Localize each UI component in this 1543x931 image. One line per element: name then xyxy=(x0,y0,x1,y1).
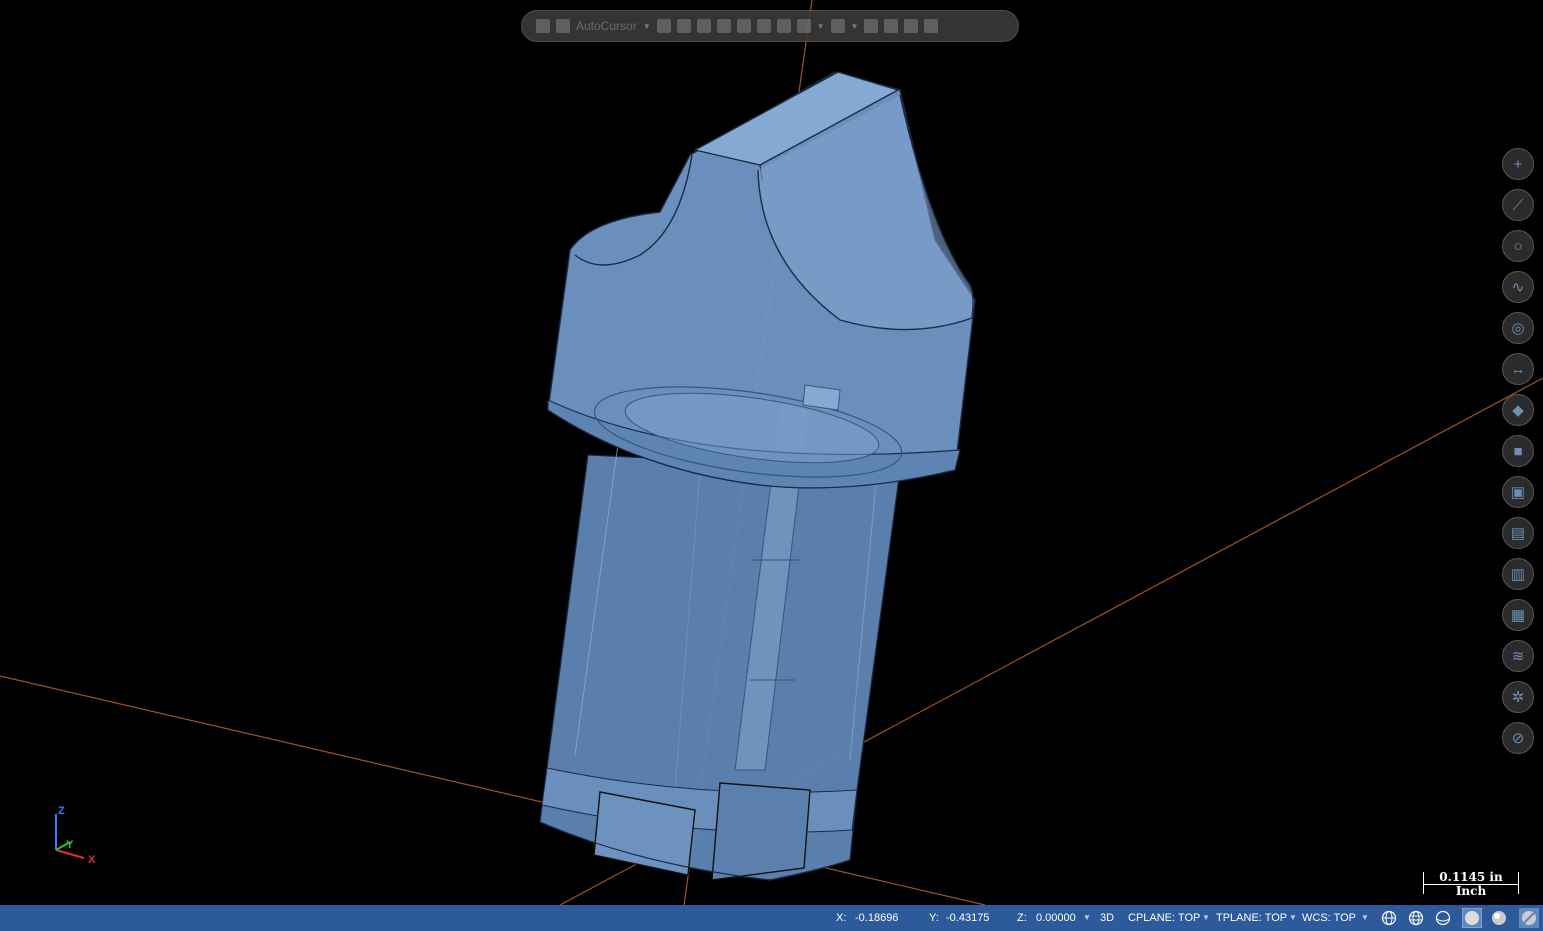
triad-z-label: Z xyxy=(58,805,65,817)
select-last-icon[interactable] xyxy=(884,19,899,33)
chevron-down-icon[interactable]: ▼ xyxy=(1083,913,1091,922)
transform-button[interactable]: ◆ xyxy=(1502,394,1534,426)
wcs-button[interactable]: WCS: TOP xyxy=(1302,912,1356,924)
surface-icon: ◎ xyxy=(1511,319,1525,337)
x-coord-label: X: xyxy=(836,912,847,924)
layers-button[interactable]: ≋ xyxy=(1502,640,1534,672)
clear-button[interactable]: ⊘ xyxy=(1502,722,1534,754)
layers-icon: ≋ xyxy=(1511,647,1525,665)
top-toolbar: AutoCursor ▼ ▼ ▼ xyxy=(521,10,1019,42)
part-model xyxy=(0,0,1543,905)
select-arrow-icon[interactable] xyxy=(696,19,711,33)
wireframe-globe-icon[interactable] xyxy=(1435,910,1451,926)
z-coord-label: Z: xyxy=(1017,912,1027,924)
triad-x-label: X xyxy=(88,854,96,866)
add-button[interactable]: + xyxy=(1502,148,1534,180)
surface-button[interactable]: ◎ xyxy=(1502,312,1534,344)
xyz-icon[interactable] xyxy=(656,19,671,33)
line-icon: ⟋ xyxy=(1512,196,1524,214)
wireframe-icon[interactable] xyxy=(716,19,731,33)
select-mode-icon[interactable] xyxy=(796,19,811,33)
attributes-button[interactable]: ▥ xyxy=(1502,558,1534,590)
levels-icon: ▤ xyxy=(1510,524,1526,542)
globe-icon[interactable] xyxy=(1381,910,1397,926)
view-globe-icon[interactable] xyxy=(1408,910,1424,926)
y-coord-value: -0.43175 xyxy=(946,912,990,924)
x-coord-value: -0.18696 xyxy=(855,912,899,924)
chevron-down-icon[interactable]: ▼ xyxy=(1361,913,1369,922)
solid-button[interactable]: ■ xyxy=(1502,435,1534,467)
attributes-icon: ▥ xyxy=(1510,565,1526,583)
y-coord-label: Y: xyxy=(929,912,939,924)
right-toolbar: + ⟋ ○ ∿ ◎ ↔ ◆ ■ ▣ ▤ ▥ ▦ ≋ ✲ ⊘ xyxy=(1502,148,1538,763)
chevron-down-icon[interactable]: ▼ xyxy=(1289,913,1297,922)
cplane-button[interactable]: CPLANE: TOP xyxy=(1128,912,1200,924)
chevron-down-icon[interactable]: ▼ xyxy=(817,22,825,31)
color-icon: ▣ xyxy=(1510,483,1526,501)
spline-button[interactable]: ∿ xyxy=(1502,271,1534,303)
status-bar: X: -0.18696 Y: -0.43175 Z: 0.00000 ▼ 3D … xyxy=(0,905,1543,931)
window-select-icon[interactable] xyxy=(830,19,845,33)
triad-y-label: Y xyxy=(66,839,74,851)
chevron-down-icon[interactable]: ▼ xyxy=(851,22,859,31)
scale-bar: 0.1145 in Inch xyxy=(1423,870,1519,898)
lock-icon[interactable] xyxy=(536,19,550,33)
shade-icon[interactable] xyxy=(776,19,791,33)
surface-select-icon[interactable] xyxy=(736,19,751,33)
autocursor-icon[interactable] xyxy=(556,19,570,33)
graphics-viewport[interactable] xyxy=(0,0,1543,905)
solid-select-icon[interactable] xyxy=(756,19,771,33)
add-icon: + xyxy=(1513,155,1523,173)
axis-triad: Z Y X xyxy=(55,805,96,866)
clear-icon: ⊘ xyxy=(1511,729,1525,747)
chevron-down-icon[interactable]: ▼ xyxy=(1202,913,1210,922)
head-body xyxy=(547,71,976,489)
color-button[interactable]: ▣ xyxy=(1502,476,1534,508)
line-button[interactable]: ⟋ xyxy=(1502,189,1534,221)
sphere-icon[interactable] xyxy=(1491,910,1507,926)
levels-button[interactable]: ▤ xyxy=(1502,517,1534,549)
transform-icon: ◆ xyxy=(1512,401,1524,419)
circle-button[interactable]: ○ xyxy=(1502,230,1534,262)
tplane-button[interactable]: TPLANE: TOP xyxy=(1216,912,1287,924)
shaded-mode-icon[interactable] xyxy=(1462,908,1482,928)
settings-icon: ✲ xyxy=(1511,688,1525,706)
chevron-down-icon[interactable]: ▼ xyxy=(643,22,651,31)
z-coord-value[interactable]: 0.00000 xyxy=(1036,912,1076,924)
grid-button[interactable]: ▦ xyxy=(1502,599,1534,631)
undo-select-icon[interactable] xyxy=(924,19,939,33)
scale-unit: Inch xyxy=(1455,884,1487,898)
scale-value: 0.1145 in xyxy=(1439,870,1503,884)
rotate-icon[interactable] xyxy=(904,19,919,33)
spline-icon: ∿ xyxy=(1511,278,1525,296)
dimension-button[interactable]: ↔ xyxy=(1502,353,1534,385)
solid-icon: ■ xyxy=(1513,442,1523,460)
circle-icon: ○ xyxy=(1513,237,1523,255)
settings-button[interactable]: ✲ xyxy=(1502,681,1534,713)
grid-icon: ▦ xyxy=(1510,606,1526,624)
dimension-icon: ↔ xyxy=(1510,360,1526,378)
verify-icon[interactable] xyxy=(864,19,879,33)
translucency-icon[interactable] xyxy=(1519,908,1539,928)
autocursor-label[interactable]: AutoCursor xyxy=(576,19,637,33)
mode-3d-toggle[interactable]: 3D xyxy=(1100,912,1114,924)
point-icon[interactable] xyxy=(676,19,691,33)
